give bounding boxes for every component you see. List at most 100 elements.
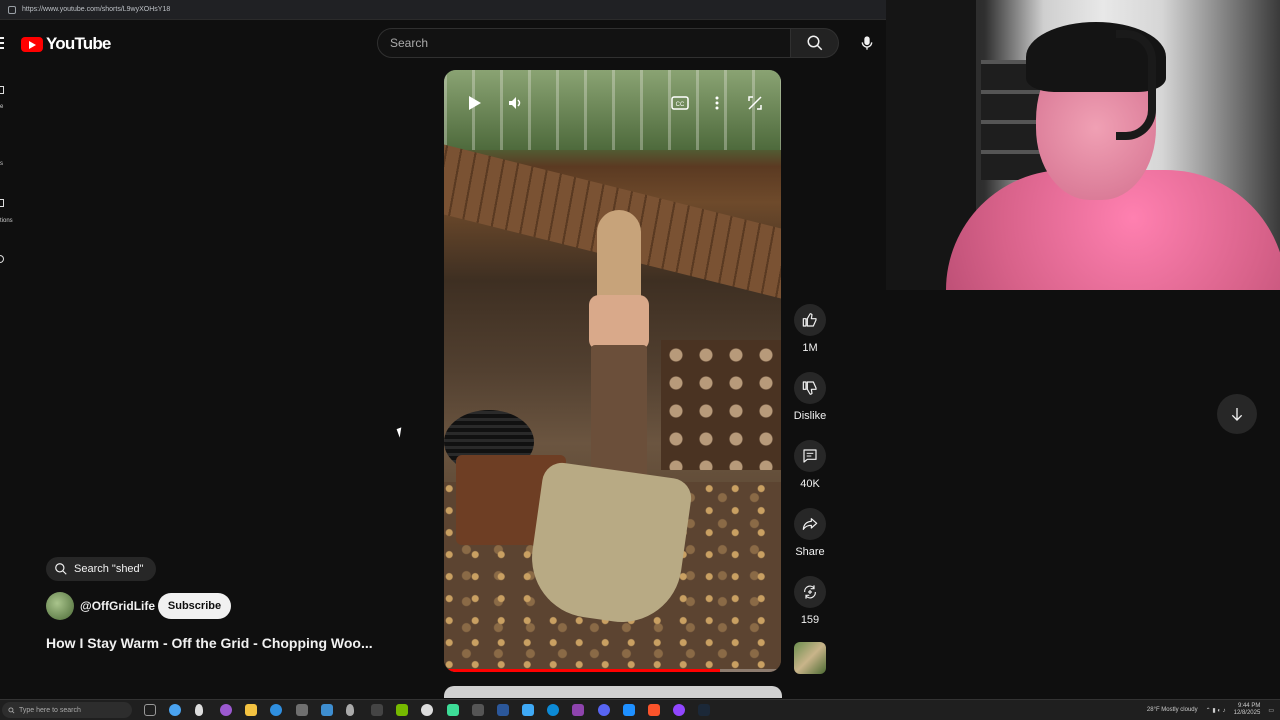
app-icon[interactable] — [296, 704, 308, 716]
volume-button[interactable] — [504, 92, 526, 114]
sidebar-item-icon[interactable] — [0, 199, 4, 207]
subscribe-button[interactable]: Subscribe — [158, 593, 231, 619]
app-icon[interactable] — [195, 704, 203, 716]
video-frame-woodpile — [661, 340, 781, 470]
weather-widget[interactable]: 28°F Mostly cloudy — [1147, 707, 1198, 713]
video-progress-fill — [444, 669, 721, 672]
channel-handle[interactable]: @OffGridLife — [80, 599, 155, 613]
chrome-icon[interactable] — [421, 704, 433, 716]
app-icon[interactable] — [472, 704, 484, 716]
sound-channel-thumbnail[interactable] — [794, 642, 826, 674]
search-suggestion-chip[interactable]: Search "shed" — [46, 557, 156, 581]
app-icon[interactable] — [572, 704, 584, 716]
comment-icon — [803, 449, 817, 463]
microphone-icon — [861, 36, 873, 50]
play-button[interactable] — [464, 92, 486, 114]
video-title[interactable]: How I Stay Warm - Off the Grid - Choppin… — [46, 635, 396, 651]
sidebar-item-icon[interactable] — [0, 86, 4, 94]
clock-time: 9:44 PM — [1237, 703, 1261, 709]
system-tray: 28°F Mostly cloudy ⌃ ▮ ◐ ♪ 9:44 PM 12/8/… — [1147, 703, 1274, 717]
search-icon — [55, 563, 67, 575]
app-icon[interactable] — [673, 704, 685, 716]
search-button[interactable] — [791, 28, 839, 58]
arrow-down-icon — [1231, 408, 1243, 421]
captions-button[interactable]: CC — [669, 92, 691, 114]
svg-text:CC: CC — [676, 102, 685, 108]
clock-date: 12/8/2025 — [1233, 710, 1261, 716]
shorts-video-player[interactable]: CC — [444, 70, 781, 672]
share-button[interactable] — [794, 508, 826, 540]
sidebar-item-label[interactable]: s — [0, 161, 3, 167]
video-progress-bar[interactable] — [444, 669, 781, 672]
headset-icon — [1116, 30, 1156, 140]
sidebar-item-label[interactable]: e — [0, 104, 3, 110]
tray-icons[interactable]: ⌃ ▮ ◐ ♪ — [1206, 707, 1226, 714]
thumbs-up-icon — [802, 313, 817, 327]
sidebar-item-label[interactable]: tions — [0, 218, 13, 224]
dislike-button[interactable] — [794, 372, 826, 404]
browser-url-bar[interactable]: https://www.youtube.com/shorts/L9wyXOHsY… — [0, 0, 886, 20]
remix-action[interactable]: 159 — [790, 576, 830, 626]
remix-count: 159 — [800, 614, 820, 626]
thumbs-down-icon — [802, 381, 817, 395]
dislike-action[interactable]: Dislike — [790, 372, 830, 422]
app-icon[interactable] — [346, 704, 354, 716]
comments-count: 40K — [800, 478, 820, 490]
youtube-header: YouTube — [0, 20, 886, 66]
lock-icon — [8, 5, 16, 14]
like-action[interactable]: 1M — [790, 304, 830, 354]
voice-search-button[interactable] — [851, 27, 883, 59]
share-action[interactable]: Share — [790, 508, 830, 558]
menu-icon[interactable] — [0, 37, 4, 49]
taskbar-search[interactable]: Type here to search — [2, 702, 132, 718]
fullscreen-button[interactable] — [744, 92, 766, 114]
edge-icon[interactable] — [547, 704, 559, 716]
streamer-webcam — [886, 0, 1280, 290]
file-explorer-icon[interactable] — [245, 704, 257, 716]
search-input[interactable] — [378, 29, 790, 57]
clock[interactable]: 9:44 PM 12/8/2025 — [1234, 703, 1261, 717]
copilot-icon[interactable] — [169, 704, 181, 716]
share-icon — [802, 518, 818, 530]
search-box[interactable] — [377, 28, 791, 58]
search-icon — [8, 706, 15, 713]
logo-text: YouTube — [46, 34, 111, 53]
app-icon[interactable] — [623, 704, 635, 716]
mouse-cursor-icon — [396, 427, 405, 438]
task-view-icon[interactable] — [144, 704, 156, 716]
comments-action[interactable]: 40K — [790, 440, 830, 490]
app-icon[interactable] — [220, 704, 232, 716]
next-short-preview[interactable] — [444, 686, 782, 698]
app-icon[interactable] — [371, 704, 383, 716]
discord-icon[interactable] — [598, 704, 610, 716]
app-icon[interactable] — [522, 704, 534, 716]
steam-icon[interactable] — [698, 704, 710, 716]
sidebar-item-icon[interactable] — [0, 255, 4, 263]
volume-icon — [509, 97, 521, 109]
nvidia-icon[interactable] — [396, 704, 408, 716]
app-icon[interactable] — [497, 704, 509, 716]
like-button[interactable] — [794, 304, 826, 336]
windows-taskbar: Type here to search 28°F Mostly cloudy ⌃… — [0, 699, 1280, 720]
edge-icon[interactable] — [270, 704, 282, 716]
app-icon[interactable] — [321, 704, 333, 716]
youtube-logo[interactable]: YouTube — [21, 34, 111, 54]
brave-icon[interactable] — [648, 704, 660, 716]
remix-button[interactable] — [794, 576, 826, 608]
like-count: 1M — [802, 342, 818, 354]
more-options-button[interactable] — [706, 92, 728, 114]
fullscreen-icon — [748, 96, 762, 110]
video-frame-trees — [444, 70, 781, 150]
notifications-icon[interactable]: ▭ — [1268, 707, 1274, 714]
channel-avatar[interactable] — [46, 592, 74, 620]
captions-icon: CC — [671, 96, 689, 110]
play-icon — [469, 96, 481, 110]
comments-button[interactable] — [794, 440, 826, 472]
more-icon — [715, 96, 719, 110]
search-icon — [807, 35, 822, 51]
next-short-button[interactable] — [1217, 394, 1257, 434]
app-icon[interactable] — [447, 704, 459, 716]
share-label: Share — [795, 546, 825, 558]
search-chip-label: Search "shed" — [74, 563, 144, 575]
url-text[interactable]: https://www.youtube.com/shorts/L9wyXOHsY… — [22, 6, 170, 13]
